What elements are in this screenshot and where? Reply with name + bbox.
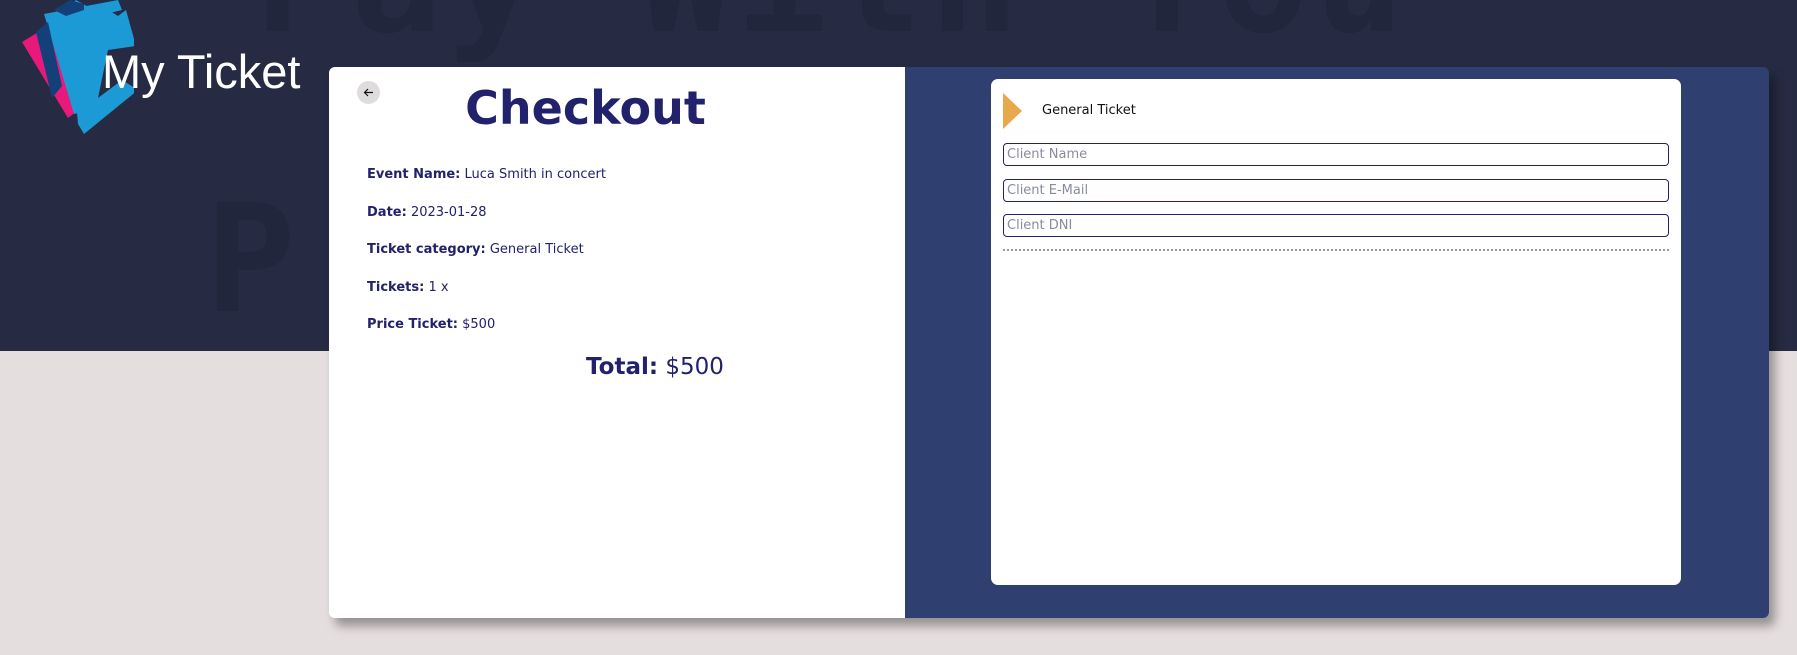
brand-logo[interactable]: My Ticket: [14, 0, 304, 140]
ticket-type-label: General Ticket: [1042, 103, 1136, 118]
brand-name: My Ticket: [102, 45, 301, 98]
client-name-input[interactable]: [1003, 143, 1669, 166]
hero-watermark-letter: P: [205, 173, 296, 347]
detail-value: 1 x: [428, 279, 449, 295]
ticket-type-header: General Ticket: [1003, 92, 1136, 129]
detail-value: Luca Smith in concert: [464, 167, 606, 182]
detail-label: Price Ticket:: [367, 317, 458, 332]
triangle-right-icon: [1003, 92, 1022, 129]
checkout-card: Checkout Event Name: Luca Smith in conce…: [329, 67, 1769, 618]
detail-label: Date:: [367, 204, 407, 220]
detail-label: Ticket category:: [367, 242, 486, 257]
client-email-input[interactable]: [1003, 179, 1669, 202]
detail-value: 2023-01-28: [410, 204, 487, 220]
detail-tickets: Tickets: 1 x: [367, 278, 606, 316]
client-info-panel: General Ticket: [905, 67, 1769, 618]
detail-event-name: Event Name: Luca Smith in concert: [367, 165, 606, 203]
detail-price-ticket: Price Ticket: $500: [367, 315, 606, 353]
order-summary-panel: Checkout Event Name: Luca Smith in conce…: [329, 67, 905, 618]
detail-label: Event Name:: [367, 167, 461, 182]
order-details: Event Name: Luca Smith in concert Date: …: [367, 165, 606, 353]
client-dni-input[interactable]: [1003, 214, 1669, 237]
total-label: Total:: [586, 354, 659, 380]
detail-date: Date: 2023-01-28: [367, 203, 606, 241]
client-form: General Ticket: [991, 79, 1681, 585]
detail-value: $500: [462, 317, 496, 332]
dotted-divider: [1003, 249, 1669, 251]
total-value: $500: [665, 354, 724, 380]
hero-watermark-text: Pay With You: [255, 0, 1411, 55]
page-title: Checkout: [465, 81, 706, 135]
order-total: Total: $500: [329, 354, 981, 380]
detail-value: General Ticket: [489, 242, 584, 257]
detail-label: Tickets:: [367, 279, 425, 295]
detail-ticket-category: Ticket category: General Ticket: [367, 240, 606, 278]
